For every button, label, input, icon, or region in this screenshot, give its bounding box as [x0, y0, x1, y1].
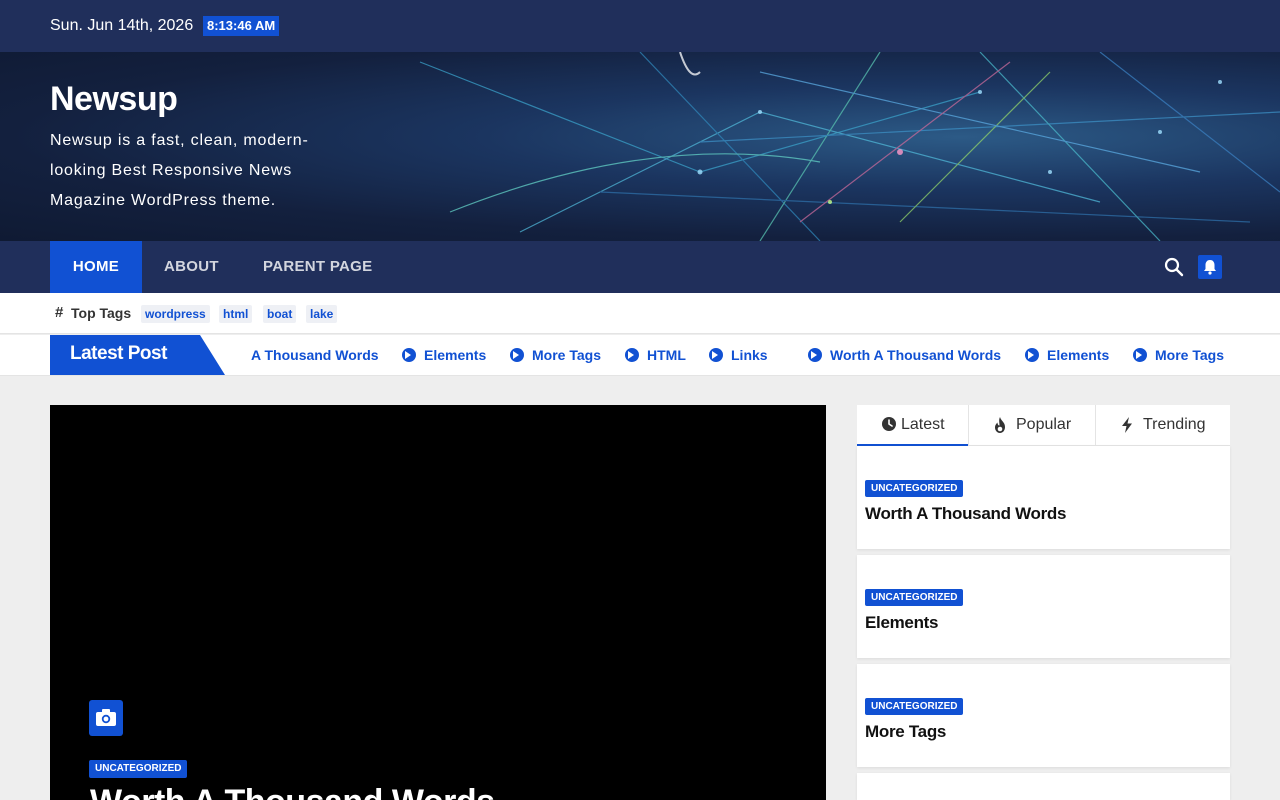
featured-post[interactable]: UNCATEGORIZED Worth A Thousand Words [50, 405, 826, 800]
category-badge[interactable]: UNCATEGORIZED [865, 698, 964, 715]
tag-link[interactable]: lake [306, 305, 338, 323]
sidebar-post-card[interactable]: UNCATEGORIZED Worth A Thousand Words [857, 446, 1230, 549]
ticker-item-label: Links [731, 347, 768, 363]
featured-format-button[interactable] [89, 700, 123, 736]
current-date: Sun. Jun 14th, 2026 [50, 17, 194, 34]
tag-link[interactable]: boat [263, 305, 297, 323]
top-tags-label: Top Tags [71, 305, 132, 321]
ticker-item[interactable]: Worth A Thousand Words [808, 347, 1001, 363]
post-title[interactable]: Elements [865, 613, 938, 633]
ticker-item-label: Elements [1047, 347, 1110, 363]
sidebar-post-card[interactable] [857, 773, 1230, 800]
tab-latest[interactable]: Latest [857, 405, 969, 446]
search-icon[interactable] [1164, 257, 1184, 277]
sidebar-post-card[interactable]: UNCATEGORIZED Elements [857, 555, 1230, 658]
arrow-circle-right-icon [808, 348, 822, 362]
tag-link[interactable]: wordpress [141, 305, 210, 323]
bell-icon [1204, 260, 1216, 275]
latest-post-label-box: Latest Post [50, 335, 225, 375]
current-time: 8:13:46 AM [203, 16, 280, 36]
arrow-circle-right-icon [1025, 348, 1039, 362]
category-badge[interactable]: UNCATEGORIZED [865, 589, 964, 606]
nav-item-about[interactable]: ABOUT [164, 241, 219, 293]
tab-popular-label: Popular [1016, 416, 1072, 433]
hash-icon: # [55, 304, 64, 321]
notification-button[interactable] [1198, 255, 1222, 279]
tab-popular[interactable]: Popular [969, 405, 1096, 446]
ticker-item-label: Worth A Thousand Words [830, 347, 1002, 363]
main-navigation: HOME ABOUT PARENT PAGE [0, 241, 1280, 293]
sidebar-tabs: Latest Popular Trending [857, 405, 1230, 446]
ticker-item[interactable]: A Thousand Words [251, 347, 379, 363]
ticker-item[interactable]: More Tags [510, 347, 601, 363]
latest-post-label: Latest Post [70, 343, 167, 364]
tag-link[interactable]: html [219, 305, 253, 323]
tab-trending-label: Trending [1143, 416, 1206, 433]
arrow-circle-right-icon [1133, 348, 1147, 362]
nav-item-parent-page[interactable]: PARENT PAGE [263, 241, 372, 293]
top-tags-bar: # Top Tags wordpress html boat lake [0, 293, 1280, 334]
sidebar-post-card[interactable]: UNCATEGORIZED More Tags [857, 664, 1230, 767]
arrow-circle-right-icon [402, 348, 416, 362]
tab-trending[interactable]: Trending [1096, 405, 1230, 446]
fire-icon [995, 417, 1005, 433]
arrow-circle-right-icon [510, 348, 524, 362]
ticker-item-label: A Thousand Words [251, 347, 379, 363]
top-bar: Sun. Jun 14th, 2026 8:13:46 AM [0, 0, 1280, 52]
post-title[interactable]: More Tags [865, 722, 946, 742]
ticker-item[interactable]: HTML [625, 347, 686, 363]
ticker-item-label: HTML [647, 347, 686, 363]
arrow-circle-right-icon [709, 348, 723, 362]
ticker-item-label: More Tags [1155, 347, 1224, 363]
arrow-circle-right-icon [625, 348, 639, 362]
ticker-item[interactable]: Elements [402, 347, 486, 363]
post-title[interactable]: Worth A Thousand Words [865, 504, 1066, 524]
site-header: Newsup Newsup is a fast, clean, modern-l… [0, 52, 1280, 241]
ticker-item-label: Elements [424, 347, 487, 363]
category-badge[interactable]: UNCATEGORIZED [865, 480, 964, 497]
ticker-item[interactable]: More Tags [1133, 347, 1224, 363]
site-title[interactable]: Newsup [50, 80, 178, 119]
ticker-item-label: More Tags [532, 347, 601, 363]
featured-post-title[interactable]: Worth A Thousand Words [90, 783, 495, 800]
latest-post-ticker: Latest Post A Thousand Words Elements Mo… [0, 335, 1280, 376]
bolt-icon [1122, 417, 1132, 433]
ticker-item[interactable]: Elements [1025, 347, 1109, 363]
site-description: Newsup is a fast, clean, modern-looking … [50, 132, 309, 209]
camera-icon [96, 709, 116, 726]
nav-item-home[interactable]: HOME [50, 241, 142, 293]
clock-icon [882, 417, 896, 431]
featured-category-badge[interactable]: UNCATEGORIZED [89, 760, 188, 778]
ticker-item[interactable]: Links [709, 347, 768, 363]
tab-latest-label: Latest [901, 416, 945, 433]
